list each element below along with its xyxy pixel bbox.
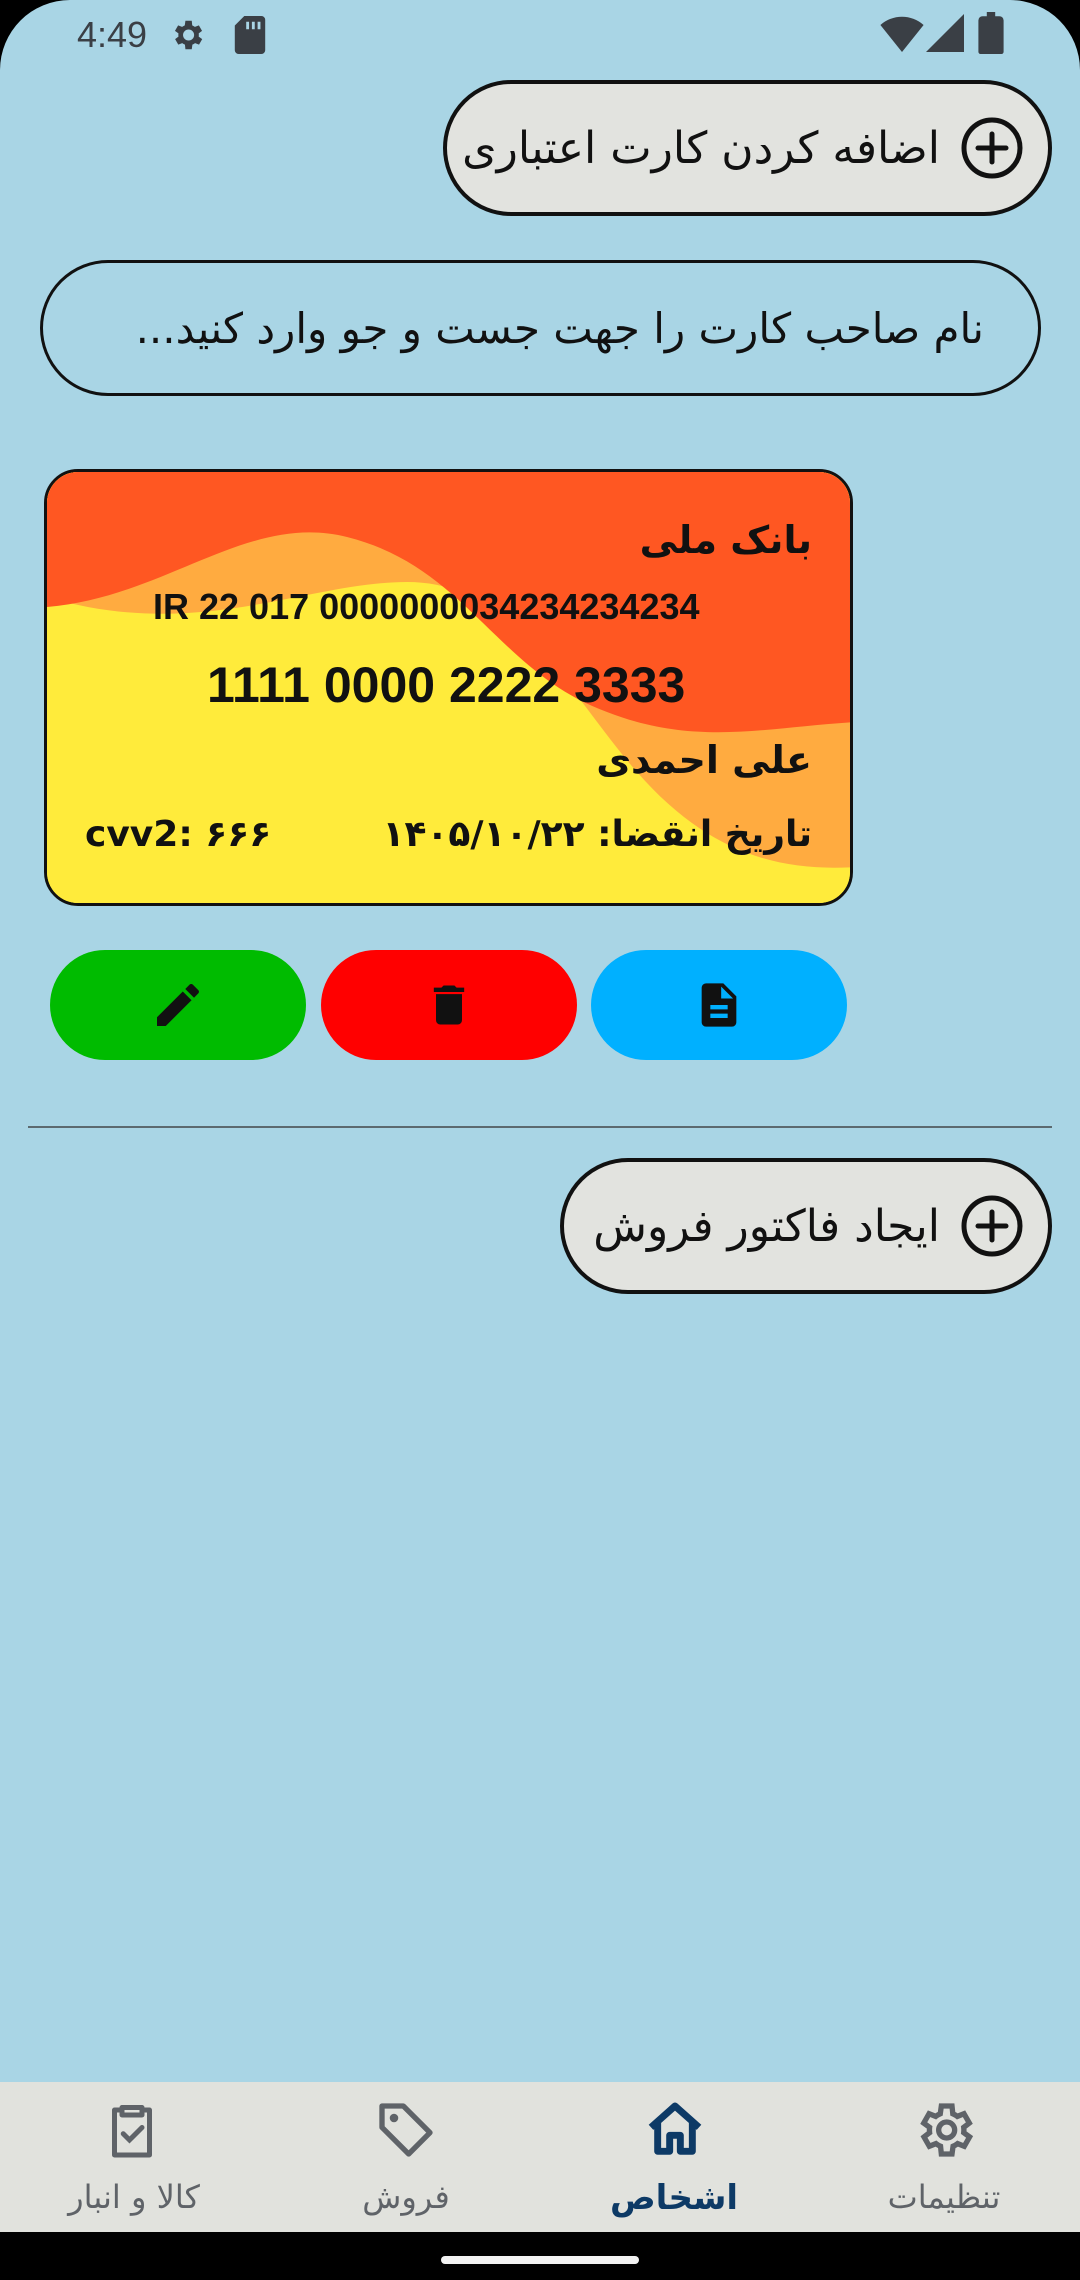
plus-circle-icon [961, 117, 1023, 179]
nav-item-goods[interactable]: کالا و انبار [34, 2082, 234, 2232]
gesture-handle[interactable] [441, 2256, 639, 2264]
details-button[interactable] [591, 950, 847, 1060]
bank-name: بانک ملی [639, 518, 812, 562]
cvv2: cvv2: ۶۶۶ [85, 814, 272, 855]
search-placeholder: نام صاحب کارت را جهت جست و جو وارد کنید.… [135, 303, 984, 353]
nav-item-sales[interactable]: فروش [306, 2082, 506, 2232]
add-card-button[interactable]: اضافه کردن کارت اعتباری [443, 80, 1052, 216]
nav-item-settings[interactable]: تنظیمات [844, 2082, 1044, 2232]
gear-icon [920, 2103, 974, 2157]
add-card-label: اضافه کردن کارت اعتباری [462, 122, 940, 174]
nav-label-sales: فروش [362, 2178, 450, 2216]
battery-icon [978, 12, 1004, 54]
create-invoice-label: ایجاد فاکتور فروش [593, 1200, 940, 1252]
clipboard-check-icon [112, 2105, 152, 2158]
divider [28, 1126, 1052, 1128]
trash-icon [433, 985, 465, 1025]
edit-button[interactable] [50, 950, 306, 1060]
pencil-icon [157, 983, 199, 1026]
expiry-date: تاریخ انقضا: ۱۴۰۵/۱۰/۲۲ [382, 814, 812, 855]
status-time: 4:49 [77, 14, 148, 55]
create-invoice-button[interactable]: ایجاد فاکتور فروش [560, 1158, 1052, 1294]
nav-label-people: اشخاص [609, 2178, 739, 2218]
signal-icon [926, 14, 964, 52]
card-number: 1111 0000 2222 3333 [207, 657, 686, 713]
document-icon [701, 983, 737, 1027]
home-icon [648, 2102, 702, 2155]
iban: IR 22 017 0000000034234234234 [153, 586, 700, 627]
nav-label-settings: تنظیمات [887, 2178, 1001, 2216]
bottom-navigation: تنظیمات اشخاص فروش کالا و انبار [0, 2082, 1080, 2232]
nav-label-goods: کالا و انبار [68, 2178, 200, 2216]
credit-card: بانک ملی IR 22 017 0000000034234234234 1… [44, 469, 853, 906]
card-holder-name: علی احمدی [596, 738, 812, 782]
nav-item-people[interactable]: اشخاص [574, 2082, 774, 2232]
wifi-icon [880, 16, 924, 52]
settings-icon [174, 20, 203, 50]
sd-card-icon [234, 16, 266, 54]
plus-circle-icon [961, 1195, 1023, 1257]
delete-button[interactable] [321, 950, 577, 1060]
tag-icon [379, 2103, 433, 2157]
app-screen: 4:49 اضافه کردن کارت اعتباری نام صاحب کا… [0, 0, 1080, 2280]
search-input[interactable]: نام صاحب کارت را جهت جست و جو وارد کنید.… [40, 260, 1041, 396]
